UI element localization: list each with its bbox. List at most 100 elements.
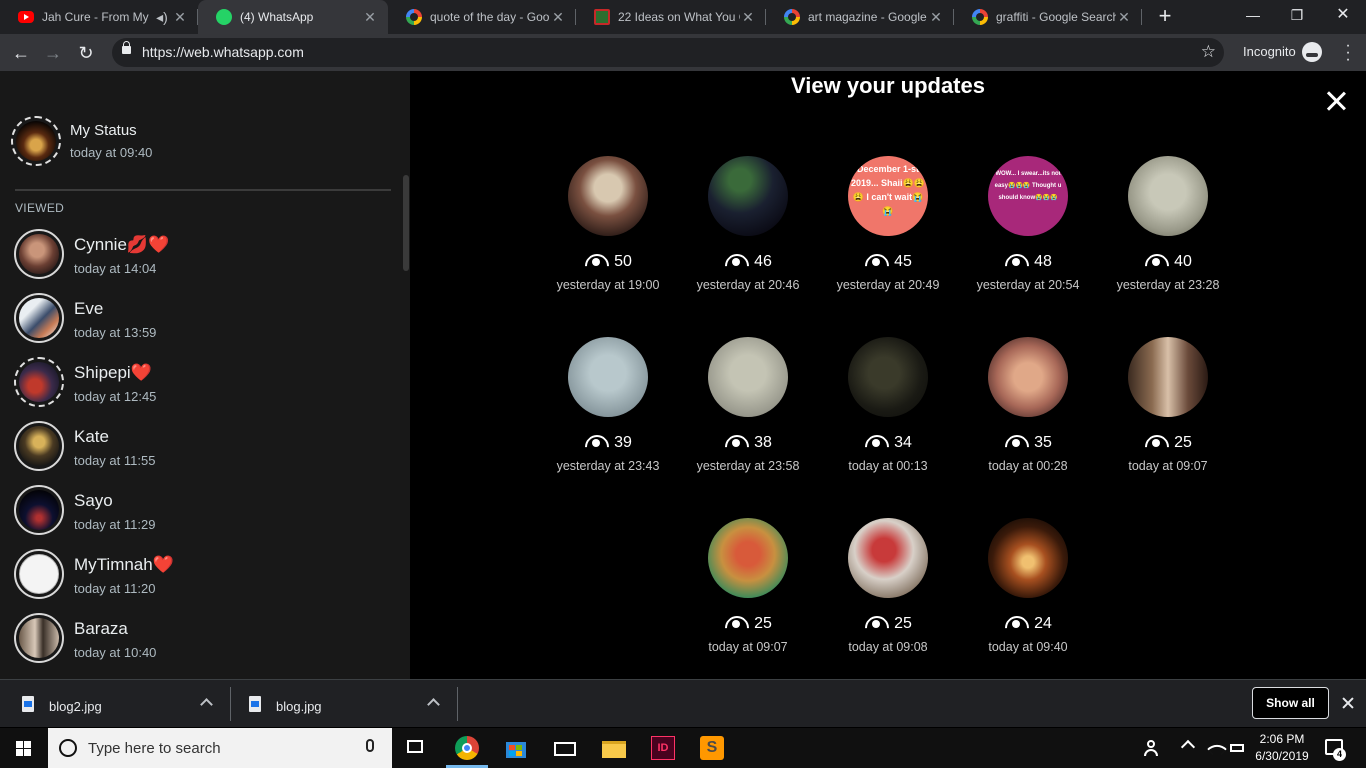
people-icon[interactable] <box>1143 736 1167 760</box>
eye-icon <box>1004 253 1028 267</box>
eye-icon <box>584 253 608 267</box>
status-update[interactable]: 25 today at 09:07 <box>688 518 808 668</box>
status-update[interactable]: 46 yesterday at 20:46 <box>688 156 808 306</box>
thumbnail-caption: December 1-st 2019... Shaii😩😩😩 I can't w… <box>851 164 925 216</box>
eye-icon <box>1144 434 1168 448</box>
contact-time: today at 11:29 <box>74 517 156 532</box>
avatar <box>15 550 63 598</box>
windows-logo-icon <box>16 741 32 756</box>
eye-icon <box>1004 615 1028 629</box>
contact-status-item[interactable]: Shipepi❤️ today at 12:45 <box>0 351 410 415</box>
close-tab-icon[interactable]: ✕ <box>740 9 756 26</box>
window-close-icon[interactable]: ✕ <box>1320 0 1366 30</box>
taskbar-search-input[interactable]: Type here to search <box>48 728 392 768</box>
bookmark-star-icon[interactable]: ☆ <box>1201 42 1216 62</box>
view-count: 25 <box>828 615 948 633</box>
update-thumbnail <box>848 337 928 417</box>
contact-time: today at 14:04 <box>74 261 157 276</box>
chevron-up-icon[interactable] <box>426 695 440 709</box>
contact-status-item[interactable]: Kate today at 11:55 <box>0 415 410 479</box>
back-arrow-icon[interactable]: ← <box>8 40 34 66</box>
chevron-up-icon[interactable] <box>199 695 213 709</box>
forward-arrow-icon[interactable]: → <box>40 40 66 66</box>
battery-icon[interactable] <box>1230 736 1254 760</box>
new-tab-icon[interactable]: + <box>1154 5 1176 28</box>
tab-title: 22 Ideas on What You C <box>618 10 740 24</box>
view-count: 46 <box>688 253 808 271</box>
task-view-icon[interactable] <box>405 736 429 760</box>
image-file-icon <box>249 696 261 712</box>
eye-icon <box>584 434 608 448</box>
close-tab-icon[interactable]: ✕ <box>362 9 378 26</box>
eye-icon <box>864 615 888 629</box>
tab-google-graffiti[interactable]: graffiti - Google Search ✕ <box>954 0 1142 34</box>
status-update[interactable]: 25 today at 09:07 <box>1108 337 1228 487</box>
eye-icon <box>724 615 748 629</box>
chevron-up-icon[interactable] <box>1180 739 1196 755</box>
tab-whatsapp[interactable]: (4) WhatsApp ✕ <box>198 0 388 34</box>
store-icon[interactable] <box>504 736 528 760</box>
browser-menu-icon[interactable]: · · · <box>1340 38 1356 68</box>
contact-status-item[interactable]: Eve today at 13:59 <box>0 287 410 351</box>
contact-status-item[interactable]: Sayo today at 11:29 <box>0 479 410 543</box>
view-count: 24 <box>968 615 1088 633</box>
status-viewer-panel: View your updates 50 yesterday at 19:00 … <box>410 71 1366 679</box>
restore-icon[interactable]: ❐ <box>1274 0 1320 30</box>
contact-name: Baraza <box>74 619 128 638</box>
update-thumbnail <box>568 156 648 236</box>
contact-time: today at 11:20 <box>74 581 156 596</box>
download-item[interactable]: blog2.jpg <box>0 680 230 728</box>
microphone-icon[interactable] <box>366 739 374 752</box>
status-update[interactable]: December 1-st 2019... Shaii😩😩😩 I can't w… <box>828 156 948 306</box>
contact-status-item[interactable]: Baraza today at 10:40 <box>0 607 410 671</box>
close-tab-icon[interactable]: ✕ <box>550 9 566 26</box>
reload-icon[interactable]: ↻ <box>73 40 99 66</box>
status-update[interactable]: 24 today at 09:40 <box>968 518 1088 668</box>
tab-google-art[interactable]: art magazine - Google S ✕ <box>766 0 954 34</box>
tab-google-quote[interactable]: quote of the day - Goo ✕ <box>388 0 576 34</box>
close-icon[interactable] <box>1324 89 1348 113</box>
google-icon <box>406 9 422 25</box>
status-update[interactable]: 35 today at 00:28 <box>968 337 1088 487</box>
wifi-icon[interactable] <box>1206 736 1230 760</box>
whatsapp-icon <box>216 9 232 25</box>
status-update[interactable]: 40 yesterday at 23:28 <box>1108 156 1228 306</box>
tab-pinterest[interactable]: 22 Ideas on What You C ✕ <box>576 0 766 34</box>
close-tab-icon[interactable]: ✕ <box>928 9 944 26</box>
download-filename: blog.jpg <box>276 699 322 714</box>
status-update[interactable]: WOW... I swear...its not easy😭😭😭 Thought… <box>968 156 1088 306</box>
show-all-button[interactable]: Show all <box>1252 687 1329 719</box>
tab-youtube[interactable]: Jah Cure - From My ◂) ✕ <box>0 0 198 34</box>
sublime-text-icon[interactable]: S <box>700 736 724 760</box>
status-update[interactable]: 34 today at 00:13 <box>828 337 948 487</box>
contact-status-item[interactable]: Cynnie💋❤️ today at 14:04 <box>0 223 410 287</box>
update-thumbnail <box>848 518 928 598</box>
incognito-icon[interactable] <box>1302 42 1322 62</box>
start-button[interactable] <box>0 728 48 768</box>
contact-time: today at 13:59 <box>74 325 157 340</box>
indesign-icon[interactable]: ID <box>651 736 675 760</box>
scrollbar-thumb[interactable] <box>403 175 409 271</box>
status-update[interactable]: 39 yesterday at 23:43 <box>548 337 668 487</box>
view-count: 25 <box>1108 434 1228 452</box>
my-status-avatar <box>12 117 60 165</box>
contact-name: Sayo <box>74 491 113 510</box>
status-update[interactable]: 50 yesterday at 19:00 <box>548 156 668 306</box>
status-update[interactable]: 25 today at 09:08 <box>828 518 948 668</box>
downloads-bar: blog2.jpg blog.jpg Show all <box>0 679 1366 727</box>
minimize-icon[interactable]: — <box>1230 0 1276 30</box>
address-bar[interactable]: https://web.whatsapp.com ☆ <box>112 38 1224 67</box>
download-item[interactable]: blog.jpg <box>227 680 457 728</box>
status-update[interactable]: 38 yesterday at 23:58 <box>688 337 808 487</box>
system-clock[interactable]: 2:06 PM 6/30/2019 <box>1252 731 1312 765</box>
url-text: https://web.whatsapp.com <box>142 44 304 60</box>
close-tab-icon[interactable]: ✕ <box>172 9 188 26</box>
close-downloads-icon[interactable] <box>1339 694 1357 712</box>
mail-icon[interactable] <box>553 736 577 760</box>
contact-status-item[interactable]: MyTimnah❤️ today at 11:20 <box>0 543 410 607</box>
file-explorer-icon[interactable] <box>602 736 626 760</box>
view-count: 50 <box>548 253 668 271</box>
image-file-icon <box>22 696 34 712</box>
chrome-icon[interactable] <box>455 736 479 760</box>
close-tab-icon[interactable]: ✕ <box>1116 9 1132 26</box>
